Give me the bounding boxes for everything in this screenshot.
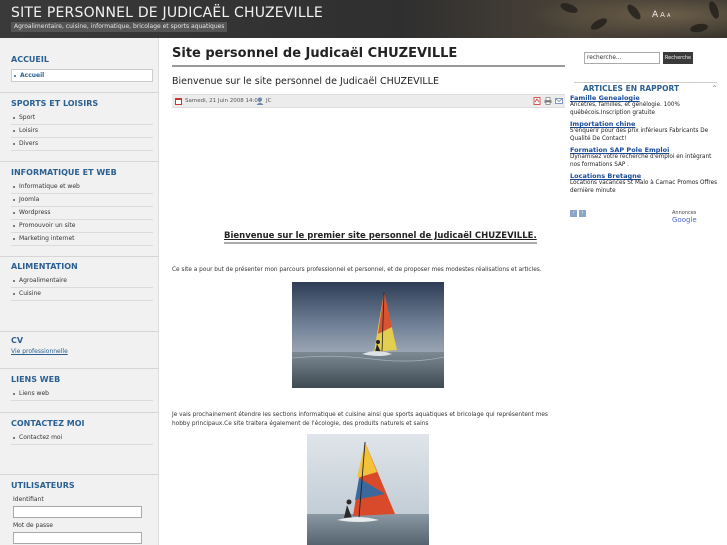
menu-accueil: ACCUEIL Accueil — [0, 54, 159, 82]
password-input[interactable] — [13, 532, 142, 544]
chevron-left-icon[interactable]: ‹ — [570, 210, 577, 217]
menu-cv: CV Vie professionnelle — [0, 335, 159, 355]
menu-contact: CONTACTEZ MOI Contactez moi — [0, 418, 159, 445]
site-title[interactable]: SITE PERSONNEL DE JUDICAËL CHUZEVILLE — [11, 5, 323, 21]
main-content: Site personnel de Judicaël CHUZEVILLE Bi… — [172, 44, 565, 545]
divider — [0, 368, 159, 369]
ad-item[interactable]: Famille Genealogie Ancêtres, familles, e… — [570, 94, 718, 117]
divider — [0, 256, 159, 257]
intro-paragraph: Ce site a pour but de présenter mon parc… — [172, 267, 542, 273]
article-author: JC — [266, 98, 272, 104]
calendar-icon — [175, 98, 182, 105]
ad-item[interactable]: Locations Bretagne Locations vacances St… — [570, 172, 718, 195]
article-date: Samedi, 21 Juin 2008 14:09 — [185, 98, 262, 104]
article-title: Bienvenue sur le site personnel de Judic… — [172, 76, 439, 87]
menu-item-liens-web[interactable]: Liens web — [11, 388, 153, 401]
ad-text: Ancêtres, familles, et génélogie. 100% q… — [570, 102, 680, 116]
ad-title[interactable]: Importation chine — [570, 120, 718, 128]
link-vie-professionnelle[interactable]: Vie professionnelle — [0, 348, 159, 355]
ad-title[interactable]: Locations Bretagne — [570, 172, 718, 180]
menu-title: CV — [11, 336, 24, 345]
menu-informatique: INFORMATIQUE ET WEB Informatique et web … — [0, 167, 159, 246]
print-icon[interactable] — [544, 97, 552, 105]
welcome-heading: Bienvenue sur le premier site personnel … — [224, 231, 537, 244]
login-module: UTILISATEURS Identifiant Mot de passe — [0, 480, 159, 544]
password-label: Mot de passe — [13, 522, 53, 529]
menu-title: ALIMENTATION — [11, 262, 78, 271]
ads-by-google[interactable]: Annonces Google — [672, 210, 720, 224]
menu-title: INFORMATIQUE ET WEB — [11, 168, 117, 177]
user-icon — [256, 97, 264, 105]
menu-title: UTILISATEURS — [11, 481, 75, 490]
pdf-icon[interactable] — [533, 97, 541, 105]
divider — [0, 331, 159, 332]
font-reset-button[interactable]: A — [660, 11, 665, 19]
google-logo: Google — [672, 216, 697, 224]
email-icon[interactable] — [555, 97, 563, 105]
menu-alimentation: ALIMENTATION Agroalimentaire Cuisine — [0, 261, 159, 301]
menu-item-promouvoir[interactable]: Promouvoir un site — [11, 220, 153, 233]
windsurf-image — [307, 434, 429, 545]
search-input[interactable]: recherche... — [584, 52, 660, 64]
divider — [0, 412, 159, 413]
left-sidebar: ACCUEIL Accueil SPORTS ET LOISIRS Sport … — [0, 38, 159, 545]
ad-title[interactable]: Formation SAP Pole Emploi — [570, 146, 718, 154]
menu-item-loisirs[interactable]: Loisirs — [11, 125, 153, 138]
windsurf-image — [292, 282, 444, 388]
menu-item-informatique[interactable]: Informatique et web — [11, 181, 153, 194]
menu-item-cuisine[interactable]: Cuisine — [11, 288, 153, 301]
ad-title[interactable]: Famille Genealogie — [570, 94, 718, 102]
ad-navigation: ‹ › — [570, 210, 586, 217]
ad-item[interactable]: Importation chine S'enquérir pour des pr… — [570, 120, 718, 143]
site-tagline: Agroalimentaire, cuisine, informatique, … — [11, 22, 228, 32]
menu-item-joomla[interactable]: Joomla — [11, 194, 153, 207]
font-decrease-button[interactable]: A — [667, 13, 670, 19]
ad-text: Dynamisez votre recherche d'emploi en in… — [570, 154, 712, 168]
search-button[interactable]: Recherche — [663, 52, 693, 64]
article-meta-bar: Samedi, 21 Juin 2008 14:09 JC — [172, 94, 565, 108]
menu-title: SPORTS ET LOISIRS — [11, 99, 99, 108]
menu-title: ACCUEIL — [11, 55, 49, 64]
related-articles-title: ARTICLES EN RAPPORT — [574, 82, 717, 95]
font-increase-button[interactable]: A — [652, 10, 658, 20]
site-header: SITE PERSONNEL DE JUDICAËL CHUZEVILLE Ag… — [0, 0, 727, 38]
future-paragraph: Je vais prochainement étendre les sectio… — [172, 412, 548, 427]
menu-item-accueil[interactable]: Accueil — [11, 69, 153, 82]
menu-item-sport[interactable]: Sport — [11, 112, 153, 125]
ad-text: Locations vacances St Malo à Carnac Prom… — [570, 180, 718, 194]
font-size-controls: AAA — [652, 10, 672, 20]
ad-text: S'enquérir pour des prix inférieurs Fabr… — [570, 128, 709, 142]
divider — [0, 161, 159, 162]
article-actions — [533, 97, 563, 105]
username-input[interactable] — [13, 506, 142, 518]
ad-item[interactable]: Formation SAP Pole Emploi Dynamisez votr… — [570, 146, 718, 169]
menu-item-divers[interactable]: Divers — [11, 138, 153, 151]
divider — [0, 474, 159, 475]
divider — [0, 92, 159, 93]
menu-title: CONTACTEZ MOI — [11, 419, 85, 428]
menu-item-marketing[interactable]: Marketing internet — [11, 233, 153, 246]
menu-sports: SPORTS ET LOISIRS Sport Loisirs Divers — [0, 98, 159, 151]
menu-liens: LIENS WEB Liens web — [0, 374, 159, 401]
menu-item-contactez-moi[interactable]: Contactez moi — [11, 432, 153, 445]
windsurf-photo-2 — [307, 434, 429, 545]
username-label: Identifiant — [13, 496, 44, 503]
ads-block: Famille Genealogie Ancêtres, familles, e… — [570, 94, 718, 198]
windsurf-photo-1 — [292, 282, 444, 388]
page-title: Site personnel de Judicaël CHUZEVILLE — [172, 44, 565, 67]
chevron-right-icon[interactable]: › — [579, 210, 586, 217]
menu-item-agroalimentaire[interactable]: Agroalimentaire — [11, 275, 153, 288]
menu-title: LIENS WEB — [11, 375, 61, 384]
menu-item-wordpress[interactable]: Wordpress — [11, 207, 153, 220]
